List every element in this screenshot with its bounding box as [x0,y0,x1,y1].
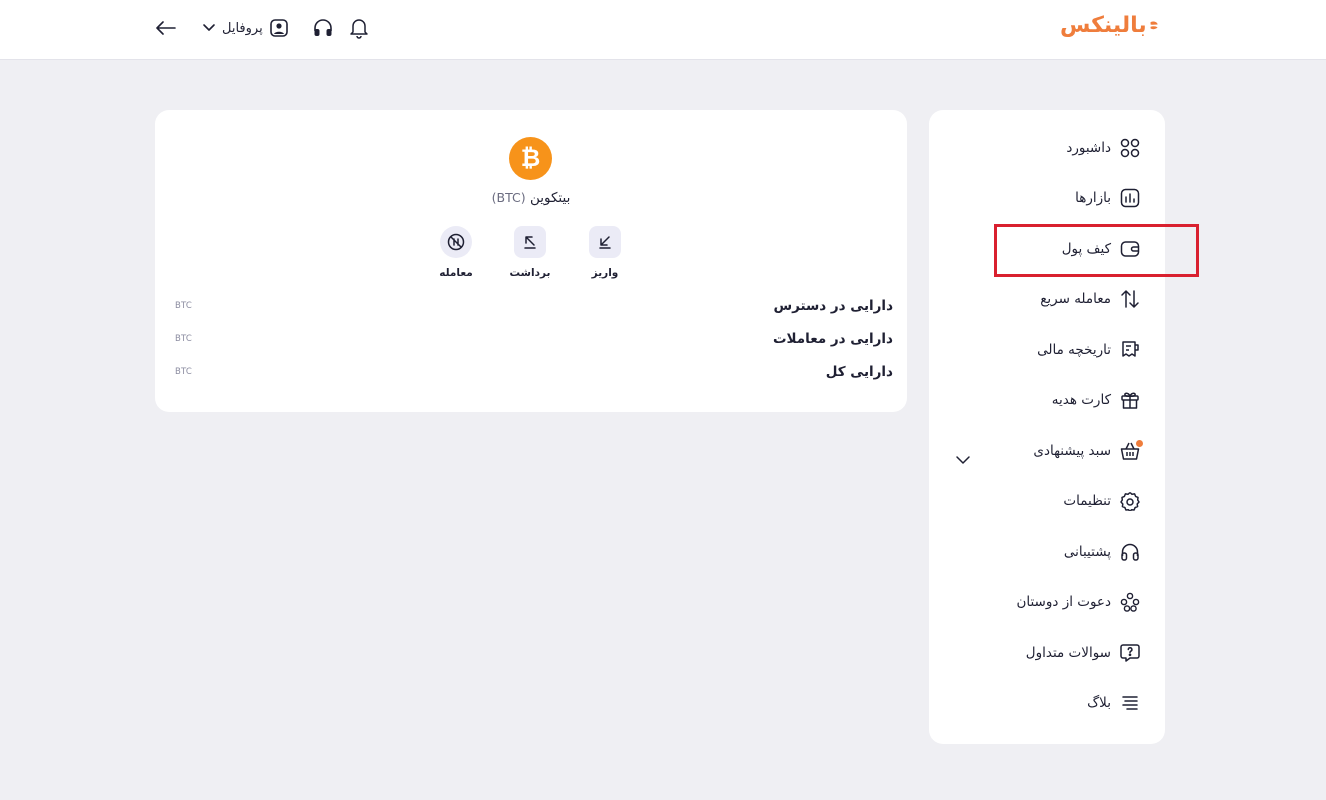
trade-button[interactable]: معامله [426,226,486,282]
back-arrow-icon[interactable] [152,14,180,42]
sidebar-item-label: سوالات متداول [1025,645,1111,661]
brand-mark-icon [1150,21,1158,30]
sidebar-item-suggested-basket[interactable]: سبد پیشنهادی [1033,435,1143,467]
sidebar-item-financial-history[interactable]: تاریخچه مالی [1037,334,1141,366]
chevron-down-icon [202,23,216,33]
balance-label: دارایی در معاملات [772,331,893,347]
headphones-icon [1119,541,1141,563]
sidebar-item-support[interactable]: پشتیبانی [1064,536,1141,568]
asset-name: بیتکوین [529,190,571,206]
sidebar-item-label: تنظیمات [1063,493,1111,509]
profile-menu-button[interactable]: پروفایل [202,18,289,38]
profile-label: پروفایل [222,20,263,36]
bell-icon[interactable] [345,14,373,42]
top-bar: پروفایل بالینکس [0,0,1326,60]
sidebar-item-settings[interactable]: تنظیمات [1063,485,1141,517]
header-actions: پروفایل [152,14,373,42]
sidebar-item-label: داشبورد [1066,140,1111,156]
balance-label: دارایی در دسترس [773,298,893,314]
balance-unit: BTC [175,301,193,311]
deposit-arrow-icon [589,226,621,258]
friends-icon [1119,591,1141,613]
asset-title: بیتکوین (BTC) [431,190,631,212]
sidebar-item-label: سبد پیشنهادی [1033,443,1111,459]
sidebar-item-blog[interactable]: بلاگ [1087,687,1141,719]
sidebar-item-markets[interactable]: بازارها [1075,182,1141,214]
balance-label: دارایی کل [825,364,893,380]
basket-icon [1119,440,1143,462]
trade-label: معامله [439,267,473,279]
gear-icon [1119,490,1141,512]
balance-row-in-orders: BTC دارایی در معاملات [175,328,893,350]
sidebar-nav: داشبورد بازارها کیف پول معامله سریع تاری… [929,110,1165,744]
blog-lines-icon [1119,692,1141,714]
market-chart-icon [1119,187,1141,209]
wallet-icon [1119,238,1141,260]
sidebar-item-label: تاریخچه مالی [1037,342,1111,358]
asset-card: ₿ بیتکوین (BTC) واریز برداشت معامله BTC … [155,110,907,412]
sidebar-item-dashboard[interactable]: داشبورد [1066,132,1141,164]
receipt-icon [1119,339,1141,361]
sidebar-item-quick-trade[interactable]: معامله سریع [1040,283,1141,315]
sidebar-item-gift-card[interactable]: کارت هدیه [1052,384,1141,416]
sidebar-item-faq[interactable]: سوالات متداول [1026,637,1141,669]
balance-row-available: BTC دارایی در دسترس [175,295,893,317]
sidebar-item-label: بازارها [1075,190,1111,206]
deposit-label: واریز [591,267,619,279]
dashboard-grid-icon [1119,137,1141,159]
balance-row-total: BTC دارایی کل [175,361,893,383]
withdraw-button[interactable]: برداشت [500,226,560,282]
balance-unit: BTC [175,367,193,377]
sidebar-item-label: کارت هدیه [1051,392,1111,408]
sidebar-item-label: معامله سریع [1040,291,1111,307]
withdraw-arrow-icon [514,226,546,258]
bitcoin-logo-icon: ₿ [509,137,552,180]
chevron-down-icon[interactable] [953,450,973,470]
sidebar-item-wallet[interactable]: کیف پول [1062,233,1141,265]
brand-name: بالینکس [1060,13,1147,38]
sidebar-item-label: دعوت از دوستان [1016,594,1111,610]
sidebar-item-label: کیف پول [1061,241,1111,257]
balance-unit: BTC [175,334,193,344]
trade-icon [440,226,472,258]
headphones-icon[interactable] [309,14,337,42]
asset-symbol: (BTC) [491,190,526,205]
gift-icon [1119,389,1141,411]
question-bubble-icon [1119,642,1141,664]
brand-logo[interactable]: بالینکس [1060,10,1158,42]
sidebar-item-label: بلاگ [1087,695,1111,711]
notification-dot [1136,440,1143,447]
withdraw-label: برداشت [509,267,551,279]
swap-arrows-icon [1119,288,1141,310]
deposit-button[interactable]: واریز [575,226,635,282]
user-avatar-icon [269,18,289,38]
sidebar-item-label: پشتیبانی [1063,544,1111,560]
sidebar-item-invite-friends[interactable]: دعوت از دوستان [1016,586,1141,618]
